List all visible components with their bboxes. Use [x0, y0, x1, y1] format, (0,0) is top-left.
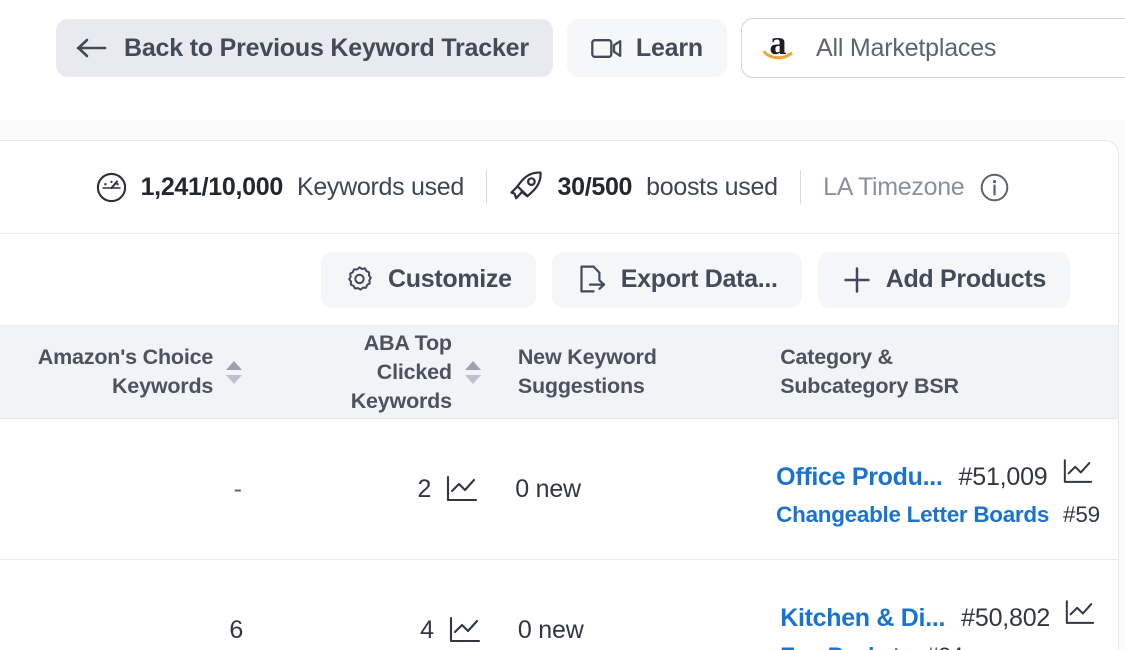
cell-new-keyword-suggestions: 0 new	[497, 419, 758, 559]
cell-amazons-choice-keywords: 6	[0, 560, 261, 650]
gauge-icon	[96, 172, 127, 203]
cell-amazons-choice-keywords: -	[0, 419, 260, 559]
column-header-line1: ABA Top	[363, 330, 452, 355]
column-header-line1: Category &	[780, 345, 893, 369]
column-header-new-keyword-suggestions[interactable]: New Keyword Suggestions	[500, 326, 762, 418]
learn-button-label: Learn	[635, 33, 703, 62]
back-to-previous-keyword-tracker-button[interactable]: Back to Previous Keyword Tracker	[56, 19, 553, 77]
cell-aba-top-clicked-keywords: 4	[261, 560, 500, 650]
keywords-used-stat: 1,241/10,000 Keywords used	[96, 172, 464, 203]
export-data-button[interactable]: Export Data...	[551, 251, 802, 308]
learn-button[interactable]: Learn	[566, 19, 727, 77]
customize-button[interactable]: Customize	[321, 251, 536, 308]
column-header-line1: Amazon's Choice	[37, 345, 214, 369]
aba-top-clicked-value: 4	[420, 615, 434, 644]
category-bsr-value: #50,802	[961, 604, 1051, 632]
sort-toggle-amazons-choice-keywords[interactable]	[225, 360, 243, 385]
arrow-left-icon	[76, 37, 108, 59]
boosts-used-count: 30/500	[557, 172, 633, 201]
category-link[interactable]: Kitchen & Di...	[780, 604, 945, 633]
add-products-button[interactable]: Add Products	[817, 251, 1070, 308]
category-line: Office Produ... #51,009	[776, 458, 1100, 492]
category-link[interactable]: Office Produ...	[776, 463, 943, 492]
export-data-label: Export Data...	[620, 265, 778, 293]
gear-icon	[345, 265, 374, 294]
table-row[interactable]: 6 4 0 new Kitchen & Di... #50,802	[0, 560, 1118, 650]
subcategory-bsr-value: #59	[1063, 502, 1100, 527]
stats-divider-1	[485, 170, 488, 204]
column-header-line2: Clicked Keywords	[350, 359, 452, 413]
info-circle-icon[interactable]	[980, 173, 1009, 202]
main-panel: 1,241/10,000 Keywords used 30/500 boosts…	[0, 140, 1119, 650]
subcategory-link[interactable]: Changeable Letter Boards	[776, 502, 1049, 528]
rocket-icon	[509, 171, 543, 203]
customize-label: Customize	[388, 265, 512, 293]
table-row[interactable]: - 2 0 new Office Produ... #51,009 Change…	[0, 419, 1118, 560]
timezone-stat: LA Timezone	[823, 173, 1009, 202]
new-keyword-suggestions-value: 0 new	[515, 474, 581, 503]
add-products-label: Add Products	[885, 265, 1047, 293]
top-navigation-bar: Back to Previous Keyword Tracker Learn a	[0, 0, 1125, 120]
table-header-row: Amazon's Choice Keywords ABA Top Clicked…	[0, 326, 1118, 419]
column-header-line2: Keywords	[111, 374, 214, 398]
column-header-aba-top-clicked-keywords[interactable]: ABA Top Clicked Keywords	[261, 326, 500, 418]
column-header-line1: New Keyword	[517, 345, 657, 369]
back-button-label: Back to Previous Keyword Tracker	[124, 33, 529, 62]
app-root: Back to Previous Keyword Tracker Learn a	[0, 0, 1125, 650]
amazon-logo-icon: a	[762, 27, 794, 65]
plus-icon	[842, 265, 872, 295]
line-chart-icon[interactable]	[1064, 599, 1096, 626]
column-header-line2: Subcategory BSR	[780, 374, 959, 398]
keywords-used-label: Keywords used	[296, 172, 464, 201]
boosts-used-label: boosts used	[646, 172, 778, 201]
boosts-used-stat: 30/500 boosts used	[509, 171, 778, 203]
aba-top-clicked-value: 2	[417, 474, 432, 503]
marketplace-select[interactable]: a All Marketplaces	[741, 18, 1125, 78]
usage-stats-bar: 1,241/10,000 Keywords used 30/500 boosts…	[0, 141, 1118, 234]
sort-toggle-aba-top-clicked-keywords[interactable]	[464, 360, 482, 385]
column-header-line2: Suggestions	[517, 374, 645, 398]
column-header-category-subcategory-bsr[interactable]: Category & Subcategory BSR	[762, 326, 1118, 418]
video-camera-icon	[591, 37, 622, 60]
subcategory-link[interactable]: Egg Baskets	[780, 643, 912, 650]
subcategory-line: Egg Baskets #24	[780, 643, 1096, 650]
subcategory-bsr-value: #24	[926, 643, 963, 650]
amazons-choice-value: 6	[229, 615, 244, 644]
column-header-amazons-choice-keywords[interactable]: Amazon's Choice Keywords	[0, 326, 261, 418]
category-bsr-value: #51,009	[958, 463, 1048, 491]
cell-new-keyword-suggestions: 0 new	[500, 560, 762, 650]
marketplace-value: All Marketplaces	[816, 33, 997, 62]
subcategory-line: Changeable Letter Boards #59	[776, 502, 1100, 528]
cell-category-subcategory-bsr: Kitchen & Di... #50,802 Egg Baskets #24	[762, 560, 1118, 650]
timezone-label: LA Timezone	[823, 172, 965, 201]
line-chart-icon[interactable]	[445, 475, 479, 503]
keywords-used-count: 1,241/10,000	[140, 172, 284, 201]
cell-aba-top-clicked-keywords: 2	[260, 419, 498, 559]
category-line: Kitchen & Di... #50,802	[780, 599, 1096, 633]
new-keyword-suggestions-value: 0 new	[517, 615, 584, 644]
line-chart-icon[interactable]	[448, 616, 482, 644]
file-export-icon	[576, 264, 607, 295]
line-chart-icon[interactable]	[1062, 458, 1094, 485]
stats-divider-2	[799, 170, 802, 204]
amazons-choice-value: -	[233, 474, 242, 503]
table-toolbar: Customize Export Data... Add Products	[0, 234, 1118, 326]
cell-category-subcategory-bsr: Office Produ... #51,009 Changeable Lette…	[758, 419, 1118, 559]
